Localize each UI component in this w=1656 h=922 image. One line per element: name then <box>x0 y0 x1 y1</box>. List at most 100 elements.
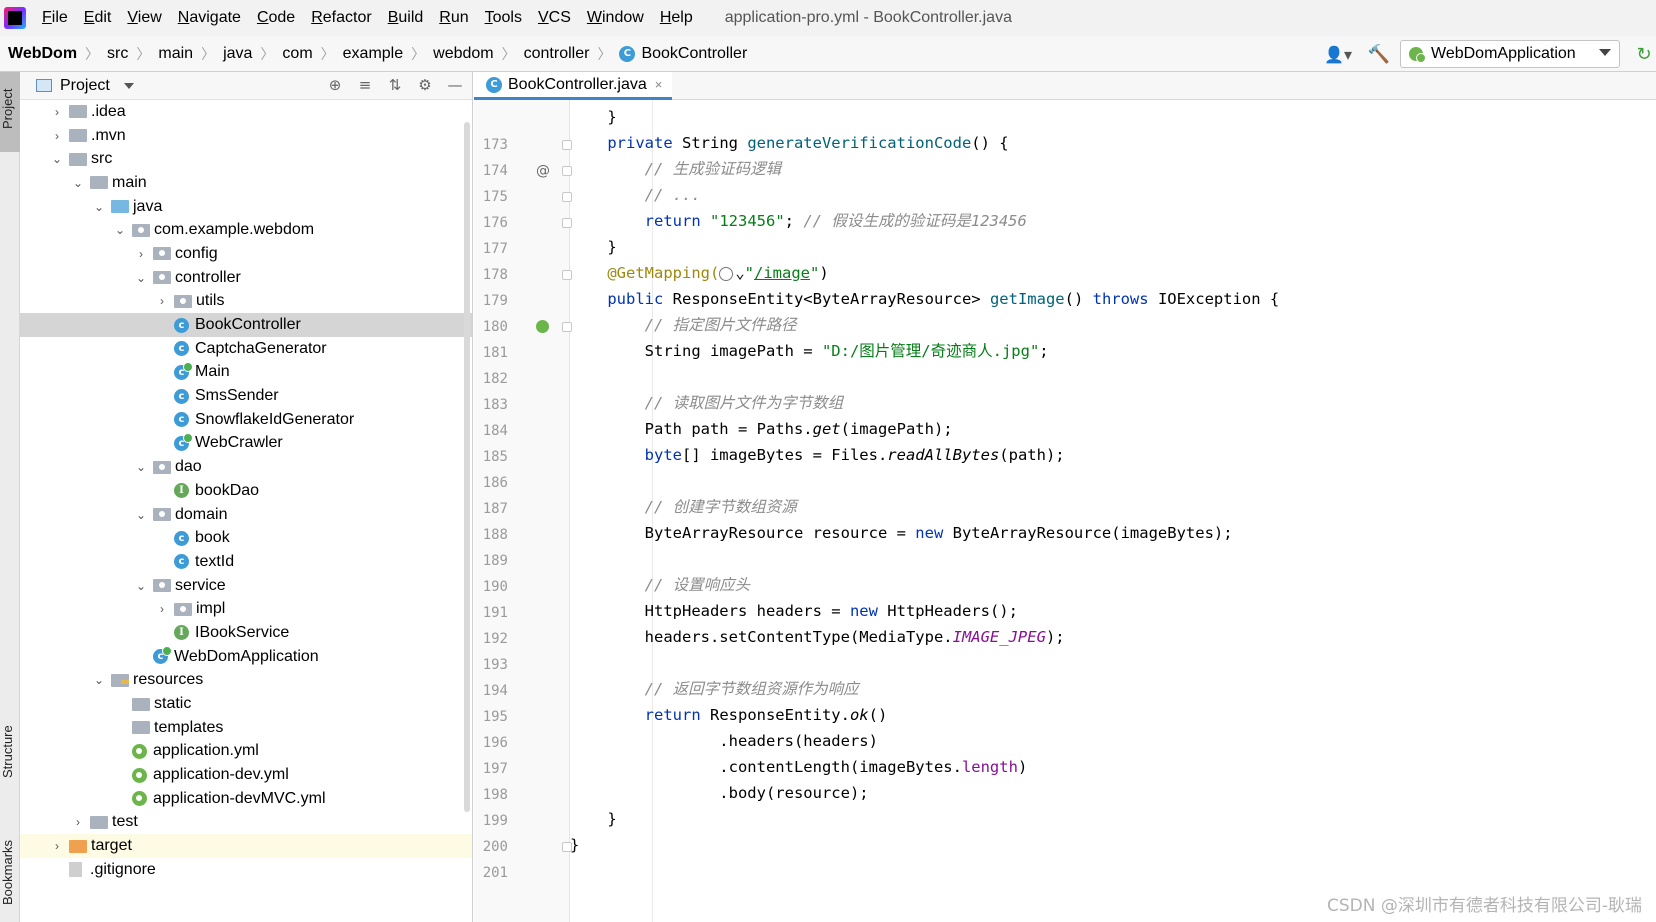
menu-build[interactable]: Build <box>388 9 424 27</box>
breadcrumb-current[interactable]: C BookController <box>619 45 747 63</box>
tree-item[interactable]: ⌄ dao <box>20 455 472 479</box>
chevron-down-icon[interactable]: ⌄ <box>135 579 147 593</box>
rerun-icon[interactable]: ↻ <box>1632 42 1656 66</box>
code-line[interactable]: return ResponseEntity.ok() <box>570 702 1656 728</box>
chevron-right-icon[interactable]: › <box>51 839 63 853</box>
tree-item[interactable]: ⌄ service <box>20 574 472 598</box>
tree-item[interactable]: ⌄ controller <box>20 266 472 290</box>
code-line[interactable]: HttpHeaders headers = new HttpHeaders(); <box>570 598 1656 624</box>
chevron-down-icon[interactable]: ⌄ <box>93 200 105 214</box>
code-line[interactable]: } <box>570 832 1656 858</box>
collapse-all-icon[interactable]: ⇅ <box>386 76 404 94</box>
breadcrumb-project[interactable]: WebDom <box>8 45 77 63</box>
code-line[interactable]: } <box>570 234 1656 260</box>
close-icon[interactable]: × <box>655 77 663 92</box>
project-panel-title[interactable]: Project <box>60 77 110 95</box>
tree-item[interactable]: › test <box>20 811 472 835</box>
chevron-right-icon[interactable]: › <box>156 602 168 616</box>
code-line[interactable]: .contentLength(imageBytes.length) <box>570 754 1656 780</box>
tree-item[interactable]: application-devMVC.yml <box>20 787 472 811</box>
tree-item[interactable]: c Main <box>20 361 472 385</box>
tree-item[interactable]: ⌄ main <box>20 171 472 195</box>
tree-item[interactable]: static <box>20 692 472 716</box>
chevron-right-icon[interactable]: › <box>72 815 84 829</box>
tree-item[interactable]: c WebDomApplication <box>20 645 472 669</box>
tree-item[interactable]: › .mvn <box>20 124 472 148</box>
tree-item[interactable]: ⌄ java <box>20 195 472 219</box>
code-line[interactable] <box>570 650 1656 676</box>
chevron-down-icon[interactable]: ⌄ <box>114 223 126 237</box>
stripe-tab-bookmarks[interactable]: Bookmarks <box>0 822 20 922</box>
menu-help[interactable]: Help <box>660 9 693 27</box>
menu-edit[interactable]: Edit <box>84 9 112 27</box>
code-line[interactable]: headers.setContentType(MediaType.IMAGE_J… <box>570 624 1656 650</box>
expand-all-icon[interactable]: ≡ <box>356 76 374 94</box>
code-line[interactable]: // 设置响应头 <box>570 572 1656 598</box>
code-line[interactable]: .headers(headers) <box>570 728 1656 754</box>
menu-navigate[interactable]: Navigate <box>178 9 241 27</box>
chevron-down-icon[interactable]: ⌄ <box>135 508 147 522</box>
menu-run[interactable]: Run <box>439 9 468 27</box>
tree-item[interactable]: ⌄ src <box>20 147 472 171</box>
menu-window[interactable]: Window <box>587 9 644 27</box>
tree-item[interactable]: ⌄ com.example.webdom <box>20 218 472 242</box>
code-line[interactable] <box>570 364 1656 390</box>
menu-file[interactable]: File <box>42 9 68 27</box>
code-area[interactable]: } private String generateVerificationCod… <box>570 100 1656 922</box>
code-line[interactable]: return "123456"; // 假设生成的验证码是123456 <box>570 208 1656 234</box>
tree-item[interactable]: c CaptchaGenerator <box>20 337 472 361</box>
chevron-down-icon[interactable]: ⌄ <box>135 271 147 285</box>
chevron-down-icon[interactable]: ⌄ <box>51 152 63 166</box>
stripe-tab-project[interactable]: Project <box>0 72 20 152</box>
breadcrumb-item[interactable]: java <box>223 45 252 63</box>
code-line[interactable] <box>570 468 1656 494</box>
tree-scrollbar[interactable] <box>464 122 470 812</box>
code-line[interactable]: } <box>570 806 1656 832</box>
chevron-down-icon[interactable]: ⌄ <box>135 460 147 474</box>
code-line[interactable]: ByteArrayResource resource = new ByteArr… <box>570 520 1656 546</box>
tree-item[interactable]: c SmsSender <box>20 384 472 408</box>
stripe-tab-structure[interactable]: Structure <box>0 712 20 792</box>
breadcrumb-item[interactable]: src <box>107 45 128 63</box>
tree-item[interactable]: c textId <box>20 550 472 574</box>
chevron-down-icon[interactable]: ⌄ <box>72 176 84 190</box>
tree-item[interactable]: › impl <box>20 597 472 621</box>
override-annotation-icon[interactable]: @ <box>536 158 550 184</box>
code-line[interactable]: // 读取图片文件为字节数组 <box>570 390 1656 416</box>
menu-vcs[interactable]: VCS <box>538 9 571 27</box>
run-configuration-select[interactable]: WebDomApplication <box>1400 40 1620 68</box>
tree-item[interactable]: .gitignore <box>20 858 472 882</box>
tree-item[interactable]: › config <box>20 242 472 266</box>
code-line[interactable]: // ... <box>570 182 1656 208</box>
code-line[interactable]: Path path = Paths.get(imagePath); <box>570 416 1656 442</box>
tree-item[interactable]: I IBookService <box>20 621 472 645</box>
breadcrumb-item[interactable]: example <box>343 45 403 63</box>
code-line[interactable]: @GetMapping(⌄"/image") <box>570 260 1656 286</box>
code-line[interactable]: byte[] imageBytes = Files.readAllBytes(p… <box>570 442 1656 468</box>
code-line[interactable]: } <box>570 104 1656 130</box>
tree-item[interactable]: ⌄ resources <box>20 669 472 693</box>
endpoint-run-icon[interactable] <box>536 314 549 342</box>
tree-item[interactable]: c BookController <box>20 313 472 337</box>
tree-item[interactable]: › .idea <box>20 100 472 124</box>
tree-item[interactable]: application.yml <box>20 740 472 764</box>
minimize-icon[interactable]: — <box>446 76 464 94</box>
breadcrumb-item[interactable]: com <box>282 45 312 63</box>
menu-refactor[interactable]: Refactor <box>311 9 371 27</box>
code-line[interactable]: .body(resource); <box>570 780 1656 806</box>
breadcrumb-item[interactable]: main <box>158 45 193 63</box>
code-line[interactable]: // 生成验证码逻辑 <box>570 156 1656 182</box>
tab-bookcontroller[interactable]: C BookController.java × <box>474 72 672 100</box>
code-line[interactable]: private String generateVerificationCode(… <box>570 130 1656 156</box>
tree-item[interactable]: IbookDao <box>20 479 472 503</box>
tree-item[interactable]: ⌄ domain <box>20 503 472 527</box>
chevron-down-icon[interactable] <box>123 82 134 89</box>
menu-view[interactable]: View <box>127 9 161 27</box>
tree-item[interactable]: › utils <box>20 290 472 314</box>
tree-item[interactable]: c book <box>20 526 472 550</box>
chevron-right-icon[interactable]: › <box>156 294 168 308</box>
gear-icon[interactable]: ⚙ <box>416 76 434 94</box>
code-line[interactable]: // 指定图片文件路径 <box>570 312 1656 338</box>
chevron-down-icon[interactable]: ⌄ <box>93 673 105 687</box>
menu-tools[interactable]: Tools <box>485 9 522 27</box>
